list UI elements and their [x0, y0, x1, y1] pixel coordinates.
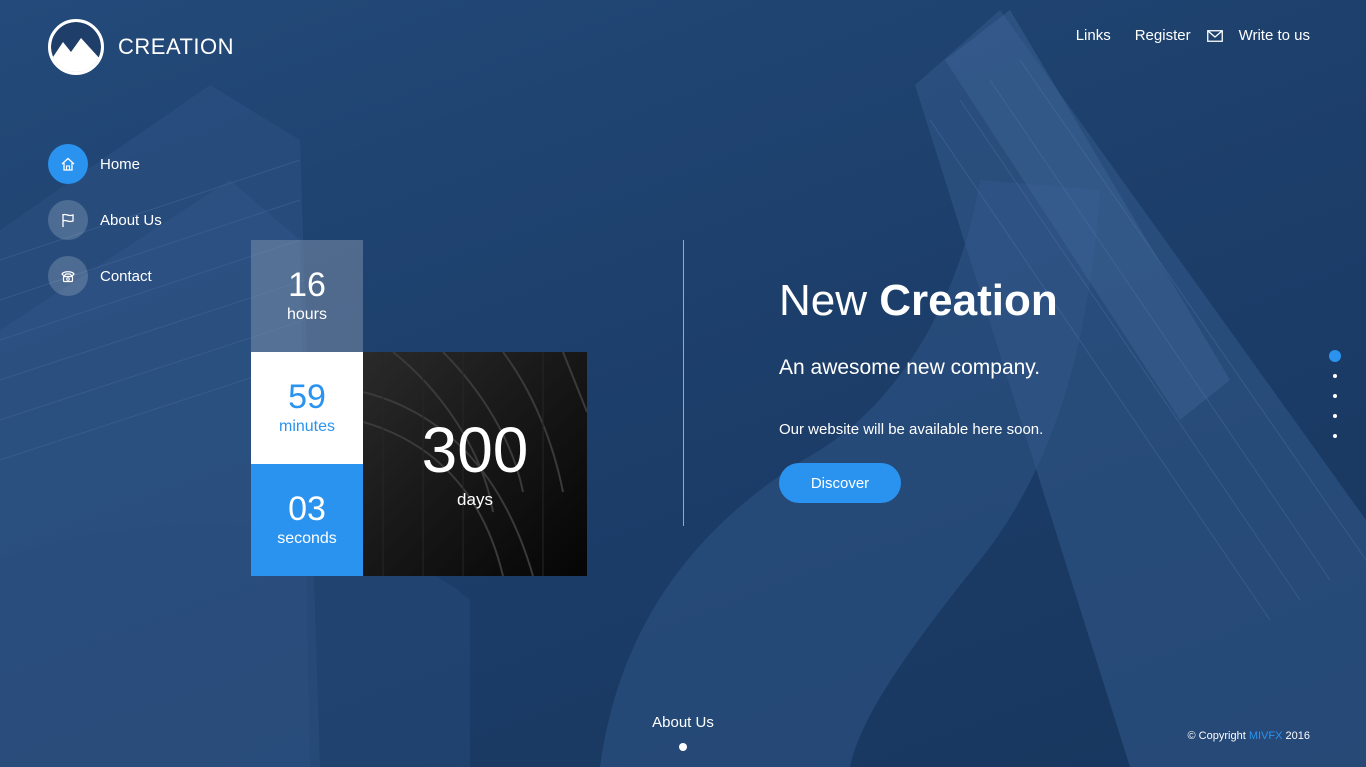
hero-subtitle: An awesome new company.: [779, 356, 1041, 379]
top-nav: Links Register Write to us: [1052, 27, 1310, 44]
write-to-us-link[interactable]: Write to us: [1206, 27, 1310, 44]
side-menu-contact-label: Contact: [100, 267, 152, 285]
countdown-seconds: 03 seconds: [251, 464, 363, 576]
countdown-minutes-value: 59: [288, 378, 326, 416]
flag-icon: [48, 200, 88, 240]
logo[interactable]: CREATION: [48, 19, 234, 75]
side-menu-contact[interactable]: Contact: [48, 256, 162, 296]
countdown-minutes-unit: minutes: [278, 418, 336, 435]
countdown-hours: 16 hours: [251, 240, 363, 352]
section-dot-1[interactable]: [1329, 350, 1341, 362]
countdown-days-value: 300: [421, 414, 529, 486]
copyright-prefix: © Copyright: [1187, 730, 1246, 742]
hero-description: Our website will be available here soon.: [779, 421, 1044, 438]
countdown-minutes: 59 minutes: [251, 352, 363, 464]
discover-button[interactable]: Discover: [779, 463, 901, 503]
countdown-seconds-unit: seconds: [277, 530, 337, 547]
vertical-divider: [683, 240, 684, 526]
phone-icon: [48, 256, 88, 296]
side-menu-home-label: Home: [100, 155, 141, 173]
links-link[interactable]: Links: [1076, 27, 1111, 44]
register-link[interactable]: Register: [1135, 27, 1191, 44]
section-dots: [1328, 350, 1342, 454]
section-dot-2[interactable]: [1333, 374, 1337, 378]
hero-title: New Creation: [779, 276, 1058, 326]
countdown-hours-value: 16: [288, 266, 326, 304]
next-section-link[interactable]: About Us: [652, 714, 714, 731]
countdown-days-unit: days: [457, 490, 493, 509]
copyright: © Copyright MIVFX 2016: [1188, 730, 1310, 742]
section-dot-4[interactable]: [1333, 414, 1337, 418]
side-menu: Home About Us Contact: [48, 144, 162, 312]
hero-title-light: New: [779, 276, 868, 325]
copyright-brand[interactable]: MIVFX: [1249, 730, 1283, 742]
home-icon: [48, 144, 88, 184]
countdown-seconds-value: 03: [288, 490, 326, 528]
write-to-us-label: Write to us: [1238, 27, 1310, 44]
countdown-days: 300 days: [363, 352, 587, 576]
envelope-icon: [1206, 29, 1223, 42]
section-dot-5[interactable]: [1333, 434, 1337, 438]
brand-name: CREATION: [118, 34, 235, 59]
scroll-indicator-dot[interactable]: [679, 743, 687, 751]
side-menu-home[interactable]: Home: [48, 144, 162, 184]
countdown-hours-unit: hours: [286, 306, 328, 323]
hero-title-bold: Creation: [879, 276, 1058, 325]
side-menu-about[interactable]: About Us: [48, 200, 162, 240]
logo-mountain-icon: [48, 19, 104, 75]
copyright-year: 2016: [1285, 730, 1310, 742]
section-dot-3[interactable]: [1333, 394, 1337, 398]
side-menu-about-label: About Us: [100, 211, 162, 229]
